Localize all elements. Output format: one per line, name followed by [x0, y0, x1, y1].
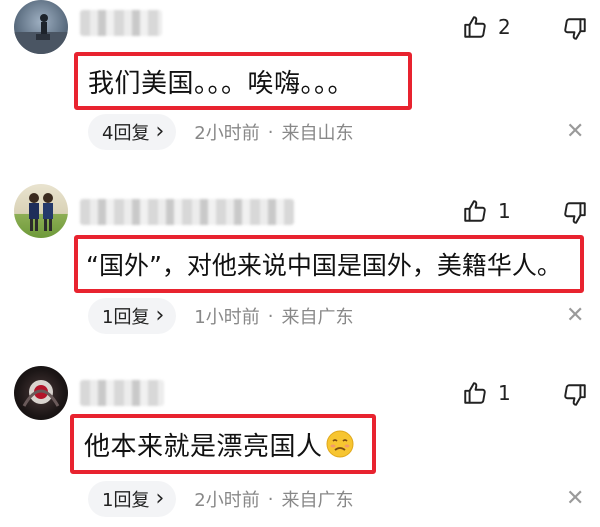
separator: ·	[267, 305, 274, 327]
like-count: 1	[498, 381, 511, 405]
username-blurred[interactable]	[80, 10, 162, 36]
location: 来自山东	[281, 123, 354, 144]
comment-text: “国外”，对他来说中国是国外，美籍华人。	[74, 235, 584, 293]
timestamp: 1小时前	[194, 307, 260, 328]
chevron-right-icon: ›	[155, 119, 165, 144]
reply-count: 4回复	[102, 123, 150, 144]
like-button[interactable]: 1	[462, 198, 511, 224]
close-icon[interactable]: ✕	[566, 486, 584, 511]
emoji-icon	[326, 430, 354, 458]
comment-meta: 4回复 › 2小时前 · 来自山东	[88, 114, 353, 150]
username-blurred[interactable]	[80, 380, 164, 406]
thumb-up-icon	[464, 382, 486, 404]
thumb-up-icon	[464, 16, 486, 38]
timestamp: 2小时前	[194, 490, 260, 511]
reply-count-button[interactable]: 1回复 ›	[88, 298, 177, 334]
separator: ·	[267, 121, 274, 143]
avatar[interactable]	[14, 0, 68, 54]
comment-meta: 1回复 › 1小时前 · 来自广东	[88, 298, 353, 334]
like-button[interactable]: 1	[462, 380, 511, 406]
reply-count-button[interactable]: 4回复 ›	[88, 114, 177, 150]
location: 来自广东	[281, 307, 354, 328]
comment-text: 我们美国。。。唉嗨。。。	[74, 52, 412, 110]
chevron-right-icon: ›	[155, 486, 165, 511]
avatar[interactable]	[14, 366, 68, 420]
separator: ·	[267, 488, 274, 510]
thumb-down-icon	[564, 18, 586, 40]
dislike-button[interactable]	[562, 16, 588, 46]
thumb-down-icon	[564, 384, 586, 406]
like-button[interactable]: 2	[462, 14, 511, 40]
comment-item: 1 “国外”，对他来说中国是国外，美籍华人。 1回复 › 1小时前 · 来自广东…	[0, 180, 600, 340]
avatar[interactable]	[14, 184, 68, 238]
thumb-up-icon	[464, 200, 486, 222]
like-count: 1	[498, 199, 511, 223]
reply-count: 1回复	[102, 307, 150, 328]
close-icon[interactable]: ✕	[566, 303, 584, 328]
reply-count: 1回复	[102, 490, 150, 511]
chevron-right-icon: ›	[155, 303, 165, 328]
comment-text: 他本来就是漂亮国人	[70, 414, 376, 474]
comment-item: 1 他本来就是漂亮国人 1回复 › 2小时前 · 来自广东 ✕	[0, 362, 600, 527]
close-icon[interactable]: ✕	[566, 119, 584, 144]
dislike-button[interactable]	[562, 382, 588, 412]
timestamp: 2小时前	[194, 123, 260, 144]
like-count: 2	[498, 15, 511, 39]
dislike-button[interactable]	[562, 200, 588, 230]
thumb-down-icon	[564, 202, 586, 224]
comment-meta: 1回复 › 2小时前 · 来自广东	[88, 481, 353, 517]
location: 来自广东	[281, 490, 354, 511]
reply-count-button[interactable]: 1回复 ›	[88, 481, 177, 517]
comment-item: 2 我们美国。。。唉嗨。。。 4回复 › 2小时前 · 来自山东 ✕	[0, 0, 600, 160]
username-blurred[interactable]	[80, 199, 294, 225]
